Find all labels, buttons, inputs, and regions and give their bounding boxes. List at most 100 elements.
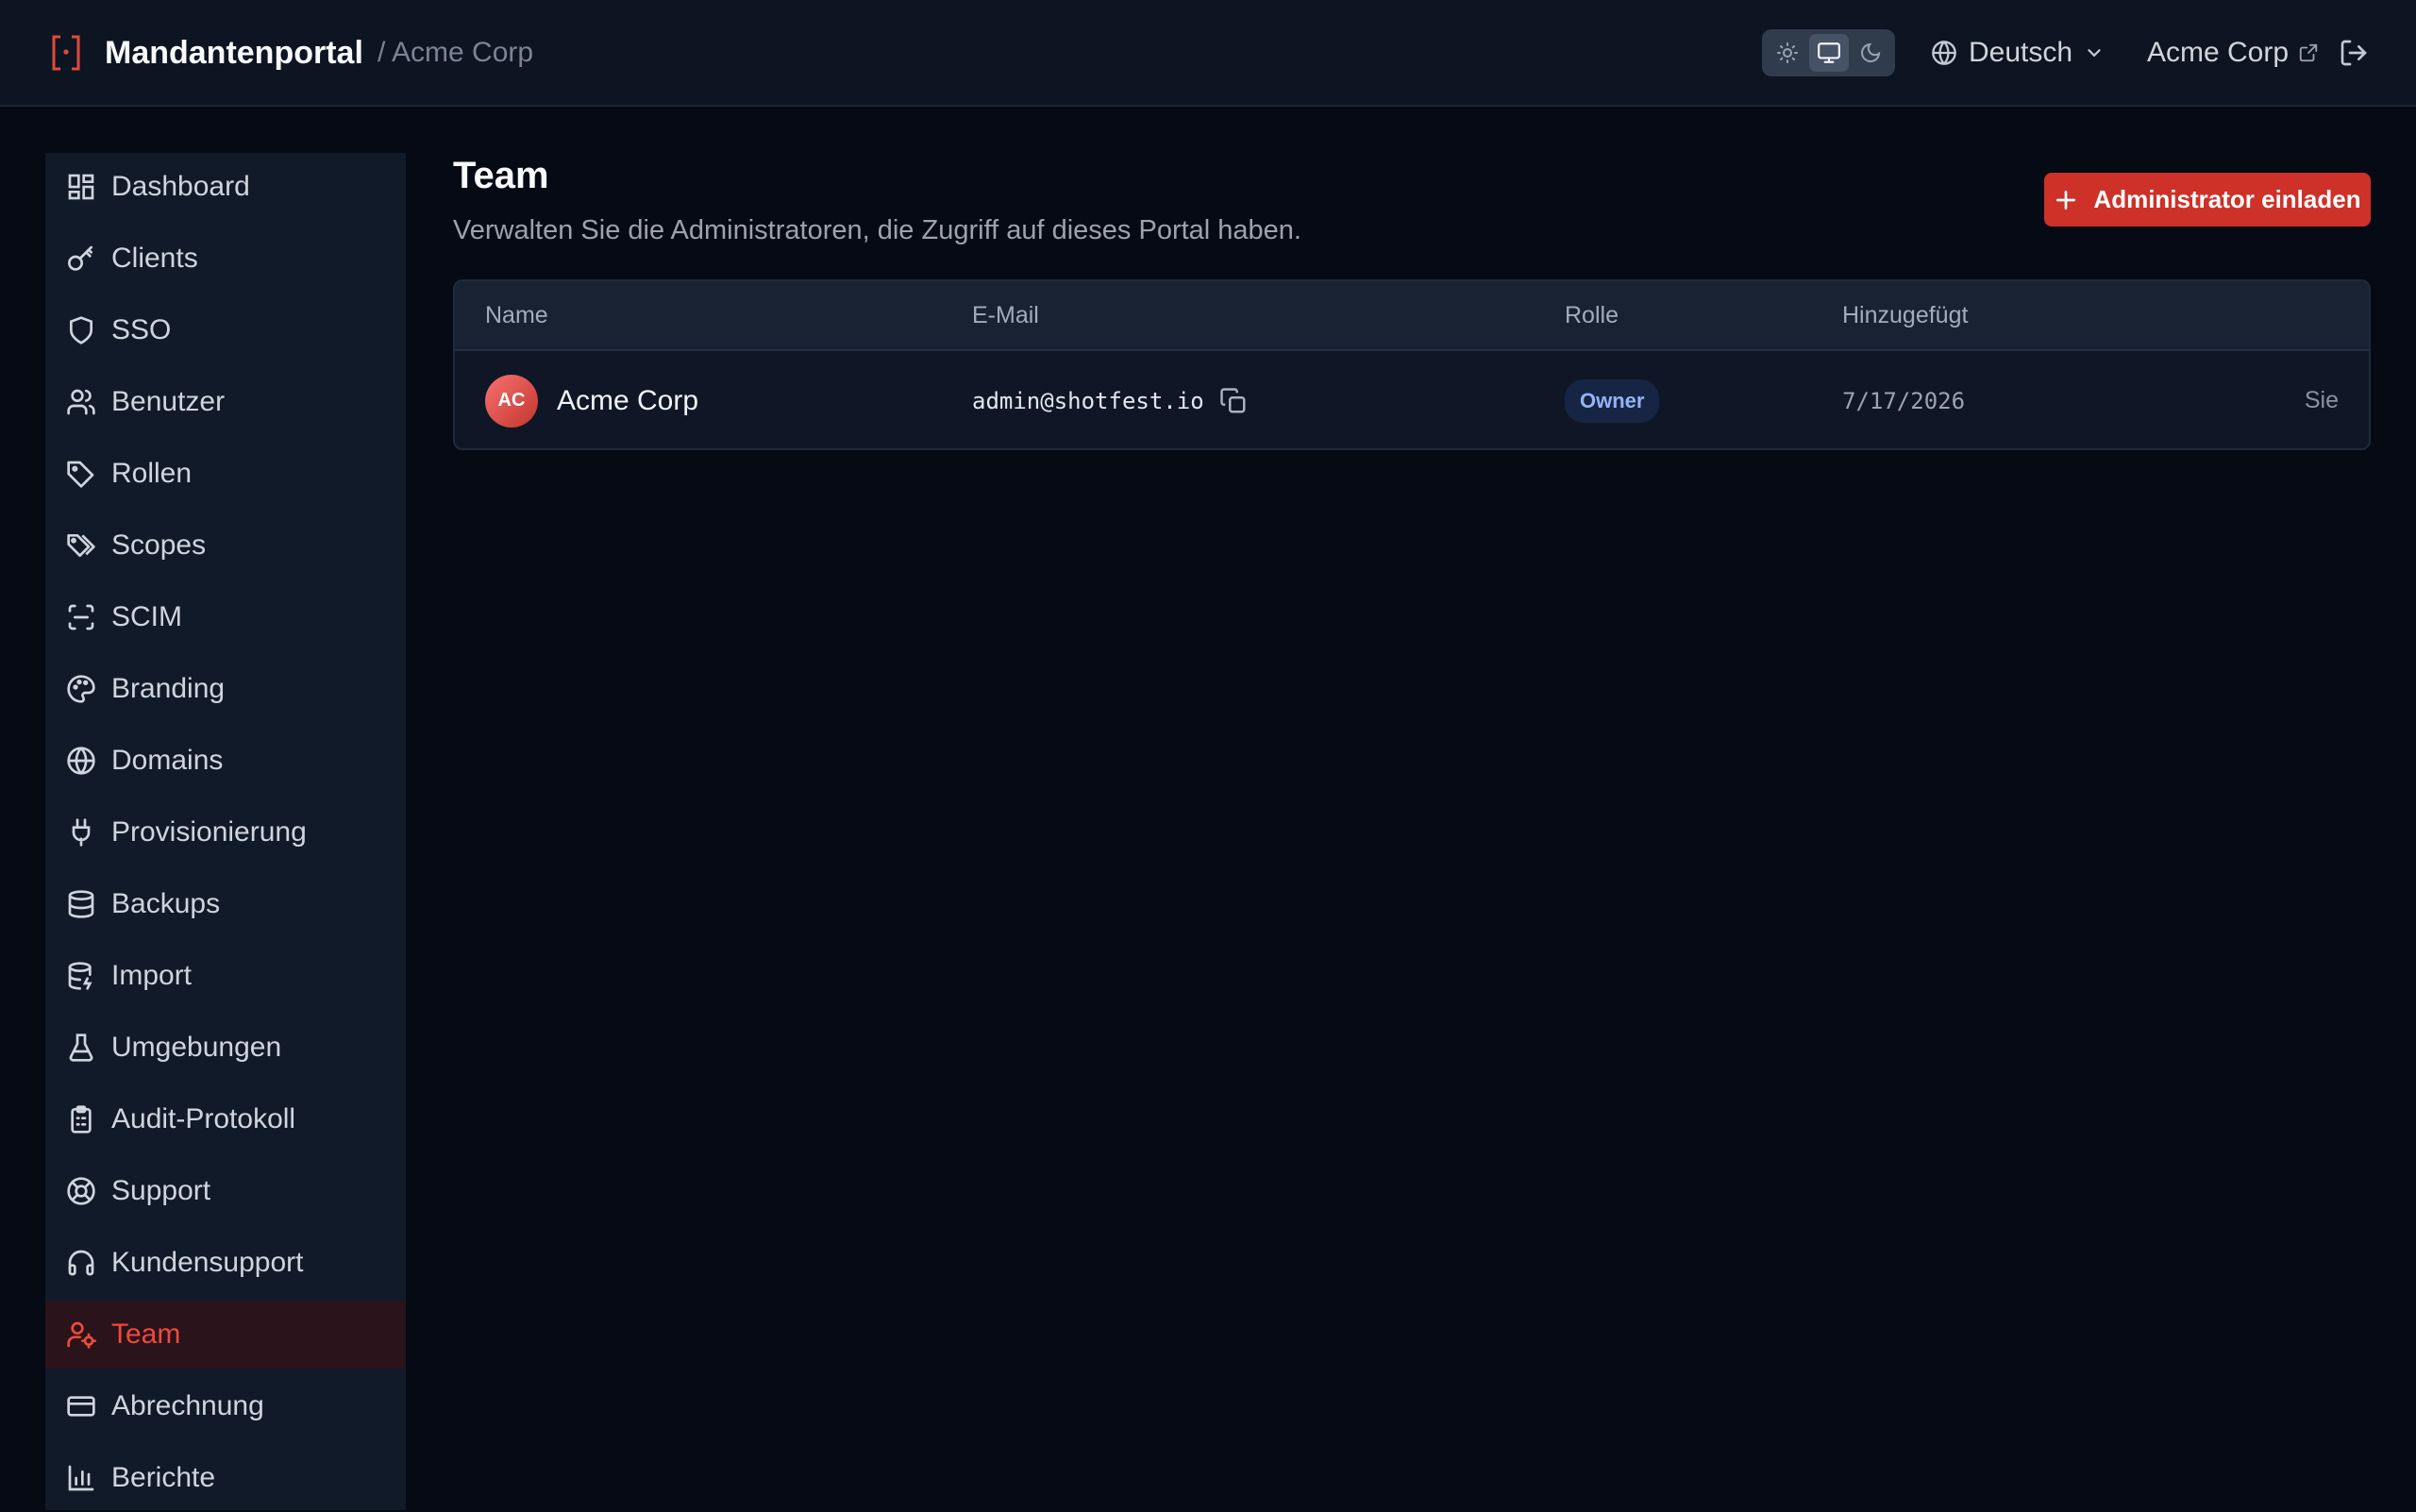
sidebar-item-audit-protokoll[interactable]: Audit-Protokoll (45, 1085, 406, 1153)
member-name: Acme Corp (557, 384, 699, 416)
invite-button-label: Administrator einladen (2093, 185, 2361, 213)
sidebar-item-label: Scopes (111, 529, 207, 561)
sidebar-item-label: Rollen (111, 458, 193, 489)
sidebar-item-sso[interactable]: SSO (45, 296, 406, 364)
sidebar-item-backups[interactable]: Backups (45, 870, 406, 938)
sidebar-item-label: Team (111, 1319, 181, 1350)
life-buoy-icon (67, 1177, 95, 1205)
column-header-name: Name (485, 302, 548, 328)
credit-card-icon (67, 1396, 95, 1417)
clipboard-icon (71, 1105, 92, 1134)
user-cog-icon (67, 1321, 96, 1349)
sidebar-item-label: Domains (111, 745, 224, 776)
chevron-down-icon (2088, 49, 2101, 58)
external-link-icon (2299, 43, 2318, 62)
sidebar-item-label: Backups (111, 888, 221, 919)
bar-chart-icon (68, 1465, 94, 1491)
sidebar-item-import[interactable]: Import (45, 942, 406, 1010)
role-badge: Owner (1565, 378, 1660, 423)
table-header: Name E-Mail Rolle Hinzugefügt (455, 281, 2369, 351)
sidebar-item-label: Umgebungen (111, 1032, 282, 1063)
sidebar-item-label: Berichte (111, 1462, 216, 1493)
sidebar-item-label: SSO (111, 314, 172, 345)
sidebar-item-label: SCIM (111, 601, 182, 632)
team-table: Name E-Mail Rolle Hinzugefügt AC Acme Co… (453, 279, 2371, 450)
flask-icon (69, 1033, 93, 1062)
theme-system-button[interactable] (1809, 34, 1849, 72)
headphones-icon (68, 1250, 94, 1276)
sidebar-item-umgebungen[interactable]: Umgebungen (45, 1014, 406, 1082)
column-header-added: Hinzugefügt (1842, 302, 1969, 328)
sidebar-item-label: Branding (111, 673, 226, 704)
logo-icon (52, 35, 80, 71)
sidebar-item-branding[interactable]: Branding (45, 655, 406, 723)
theme-light-button[interactable] (1768, 34, 1807, 72)
sidebar-item-label: Dashboard (111, 171, 250, 202)
column-header-role: Rolle (1565, 302, 1619, 328)
sidebar: Dashboard Clients SSO Benutzer Rollen Sc… (45, 153, 406, 1510)
self-indicator: Sie (2304, 387, 2339, 413)
invite-administrator-button[interactable]: Administrator einladen (2044, 173, 2371, 227)
monitor-icon (1818, 42, 1840, 63)
sidebar-item-label: Import (111, 960, 193, 991)
sidebar-item-provisionierung[interactable]: Provisionierung (45, 798, 406, 866)
tags-icon (67, 534, 95, 557)
sidebar-item-label: Audit-Protokoll (111, 1103, 296, 1134)
logout-icon[interactable] (2339, 38, 2369, 68)
scan-icon (68, 604, 94, 630)
globe-icon (1932, 41, 1956, 65)
theme-toggle (1762, 29, 1895, 76)
member-cell: AC Acme Corp (485, 351, 699, 448)
tenant-link[interactable]: Acme Corp (2147, 32, 2319, 74)
member-email: admin@shotfest.io (972, 387, 1204, 414)
tenant-label: Acme Corp (2147, 37, 2290, 68)
sidebar-item-label: Abrechnung (111, 1390, 264, 1421)
copy-icon[interactable] (1219, 387, 1248, 415)
email-cell: admin@shotfest.io (972, 351, 1248, 448)
language-select[interactable]: Deutsch (1931, 32, 2105, 74)
sidebar-item-kundensupport[interactable]: Kundensupport (45, 1229, 406, 1297)
sidebar-item-domains[interactable]: Domains (45, 727, 406, 795)
avatar: AC (485, 374, 538, 428)
column-header-email: E-Mail (972, 302, 1039, 328)
language-label: Deutsch (1969, 37, 2073, 68)
role-cell: Owner (1565, 351, 1660, 448)
self-indicator-cell: Sie (2304, 351, 2339, 448)
theme-dark-button[interactable] (1851, 34, 1890, 72)
table-row: AC Acme Corp admin@shotfest.io Owner 7/1… (455, 351, 2369, 448)
database-import-icon (68, 962, 92, 990)
sidebar-item-support[interactable]: Support (45, 1157, 406, 1225)
sidebar-item-clients[interactable]: Clients (45, 225, 406, 293)
added-date: 7/17/2026 (1842, 387, 1966, 414)
sidebar-item-scim[interactable]: SCIM (45, 583, 406, 651)
added-cell: 7/17/2026 (1842, 351, 1966, 448)
tag-icon (67, 461, 94, 488)
top-header: Mandantenportal / Acme Corp Deutsch Acme… (0, 0, 2416, 107)
sidebar-item-label: Kundensupport (111, 1247, 304, 1278)
sidebar-item-label: Clients (111, 243, 198, 274)
sidebar-item-rollen[interactable]: Rollen (45, 440, 406, 508)
plus-icon (2056, 190, 2076, 210)
palette-icon (67, 675, 95, 703)
sidebar-item-abrechnung[interactable]: Abrechnung (45, 1372, 406, 1440)
database-icon (68, 890, 94, 918)
shield-icon (70, 316, 92, 344)
sidebar-item-berichte[interactable]: Berichte (45, 1444, 406, 1512)
key-icon (68, 245, 92, 271)
sidebar-item-benutzer[interactable]: Benutzer (45, 368, 406, 436)
sidebar-item-label: Support (111, 1175, 211, 1206)
users-icon (67, 389, 95, 415)
sidebar-item-label: Provisionierung (111, 816, 307, 848)
page-subtitle: Verwalten Sie die Administratoren, die Z… (453, 215, 1301, 245)
sidebar-item-scopes[interactable]: Scopes (45, 512, 406, 580)
sun-icon (1777, 42, 1798, 63)
plug-icon (72, 818, 91, 847)
breadcrumb: / Acme Corp (378, 37, 534, 68)
brand-title[interactable]: Mandantenportal (105, 32, 363, 74)
moon-icon (1861, 42, 1881, 62)
dashboard-icon (68, 174, 94, 200)
sidebar-item-dashboard[interactable]: Dashboard (45, 153, 406, 221)
globe-icon (67, 747, 95, 775)
sidebar-item-label: Benutzer (111, 386, 226, 417)
sidebar-item-team[interactable]: Team (45, 1301, 406, 1369)
